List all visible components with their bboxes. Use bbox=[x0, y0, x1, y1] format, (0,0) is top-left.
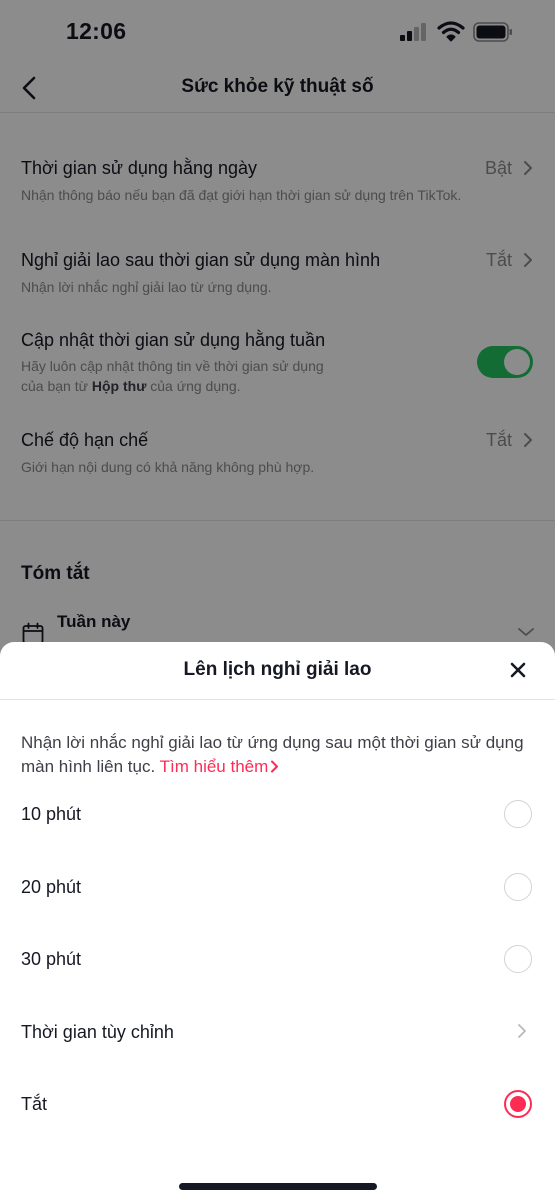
chevron-right-icon bbox=[271, 760, 279, 773]
option-label: Thời gian tùy chỉnh bbox=[21, 1022, 174, 1042]
option-10-min[interactable]: 10 phút bbox=[0, 778, 555, 850]
option-label: 10 phút bbox=[21, 804, 82, 824]
radio-dot bbox=[510, 1096, 526, 1112]
radio-button-selected[interactable] bbox=[504, 1090, 532, 1118]
sheet-description: Nhận lời nhắc nghỉ giải lao từ ứng dụng … bbox=[21, 733, 524, 776]
chevron-right-icon bbox=[518, 1024, 526, 1038]
divider bbox=[0, 699, 555, 700]
option-20-min[interactable]: 20 phút bbox=[0, 851, 555, 923]
learn-more-link[interactable]: Tìm hiểu thêm bbox=[160, 757, 280, 776]
radio-button[interactable] bbox=[504, 873, 532, 901]
option-label: Tắt bbox=[21, 1094, 48, 1114]
option-label: 20 phút bbox=[21, 877, 82, 897]
option-off[interactable]: Tắt bbox=[0, 1068, 555, 1140]
radio-button[interactable] bbox=[504, 800, 532, 828]
radio-button[interactable] bbox=[504, 945, 532, 973]
option-custom-time[interactable]: Thời gian tùy chỉnh bbox=[0, 996, 555, 1068]
option-label: 30 phút bbox=[21, 949, 82, 969]
close-icon bbox=[510, 662, 526, 678]
close-button[interactable] bbox=[507, 659, 529, 681]
option-30-min[interactable]: 30 phút bbox=[0, 923, 555, 995]
home-indicator bbox=[179, 1183, 377, 1190]
break-schedule-sheet: Lên lịch nghỉ giải lao Nhận lời nhắc ngh… bbox=[0, 642, 555, 1200]
sheet-title: Lên lịch nghỉ giải lao bbox=[183, 659, 372, 680]
